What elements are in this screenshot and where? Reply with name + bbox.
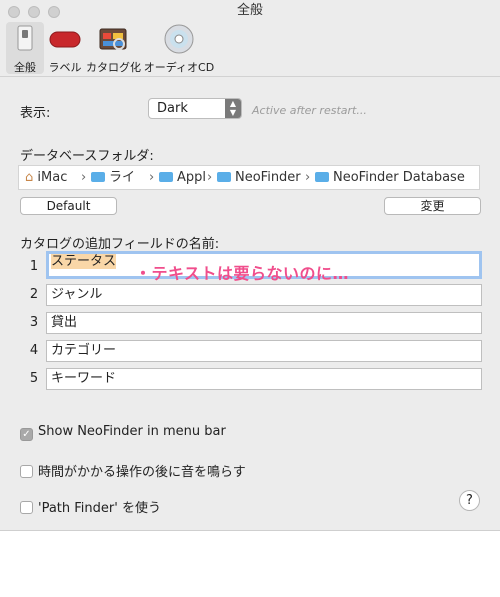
path-crumb-4[interactable]: NeoFinder [217,166,301,189]
window-title: 全般 [236,3,263,18]
restart-hint: Active after restart... [252,104,367,117]
path-crumb-3[interactable]: Appl [159,166,206,189]
path-separator-icon: › [81,170,87,185]
path-finder-option-label: 'Path Finder' を使う [38,501,161,516]
path-separator-icon: › [305,170,311,185]
path-crumb-5[interactable]: NeoFinder Database [315,166,465,189]
display-mode-popup[interactable]: Dark ▲ ▼ [148,98,242,119]
annotation-overlay: ・テキストは要らないのに… [135,264,350,283]
general-switch-icon [17,25,33,51]
tab-general[interactable]: 全般 [6,22,44,74]
popup-arrows-icon: ▲ ▼ [225,99,241,118]
close-window-button[interactable] [8,6,20,18]
catalog-field-4-input[interactable]: カテゴリー [46,340,482,362]
toolbar: 全般 ラベル カタログ化 オーディオCD [0,22,500,77]
path-finder-option[interactable]: 'Path Finder' を使う [20,497,161,516]
catalog-icon [99,28,127,50]
default-button[interactable]: Default [20,197,117,215]
database-folder-label: データベースフォルダ: [20,149,154,164]
sound-option[interactable]: 時間がかかる操作の後に音を鳴らす [20,461,246,480]
help-button[interactable]: ? [459,490,480,511]
catalog-fields-label: カタログの追加フィールドの名前: [20,237,220,252]
minimize-window-button[interactable] [28,6,40,18]
tab-labels[interactable]: ラベル [46,22,84,74]
menu-bar-option[interactable]: ✓ Show NeoFinder in menu bar [20,424,226,441]
path-finder-checkbox[interactable] [20,501,33,514]
change-folder-button[interactable]: 変更 [384,197,481,215]
audio-cd-icon [164,24,194,54]
label-icon [49,31,81,48]
display-label: 表示: [20,106,51,121]
field-number: 5 [29,371,39,386]
display-mode-value: Dark [157,101,188,116]
field-number: 4 [29,343,39,358]
catalog-field-3-input[interactable]: 貸出 [46,312,482,334]
menu-bar-checkbox[interactable]: ✓ [20,428,33,441]
path-crumb-imac[interactable]: ⌂ iMac [25,166,67,189]
sound-option-label: 時間がかかる操作の後に音を鳴らす [38,465,246,480]
path-separator-icon: › [207,170,213,185]
field-number: 3 [29,315,39,330]
database-path-control[interactable]: ⌂ iMac › ライ › Appl › NeoFinder › NeoFind… [18,165,480,190]
path-crumb-2[interactable]: ライ [91,166,135,189]
menu-bar-option-label: Show NeoFinder in menu bar [38,424,226,439]
catalog-field-2-input[interactable]: ジャンル [46,284,482,306]
path-separator-icon: › [149,170,155,185]
field-number: 1 [29,259,39,274]
sound-checkbox[interactable] [20,465,33,478]
folder-icon [217,172,231,182]
field-number: 2 [29,287,39,302]
title-bar: 全般 [0,0,500,24]
tab-cataloging[interactable]: カタログ化 [86,22,141,74]
folder-icon [159,172,173,182]
field-selected-text: ステータス [51,254,117,269]
folder-icon [315,172,329,182]
folder-icon [91,172,105,182]
catalog-field-5-input[interactable]: キーワード [46,368,482,390]
zoom-window-button[interactable] [48,6,60,18]
home-icon: ⌂ [25,170,34,185]
tab-audio-cd[interactable]: オーディオCD [142,22,216,74]
preferences-window: 全般 全般 ラベル カタログ化 オーディオCD 表示: Dark ▲ ▼ Act… [0,0,500,531]
